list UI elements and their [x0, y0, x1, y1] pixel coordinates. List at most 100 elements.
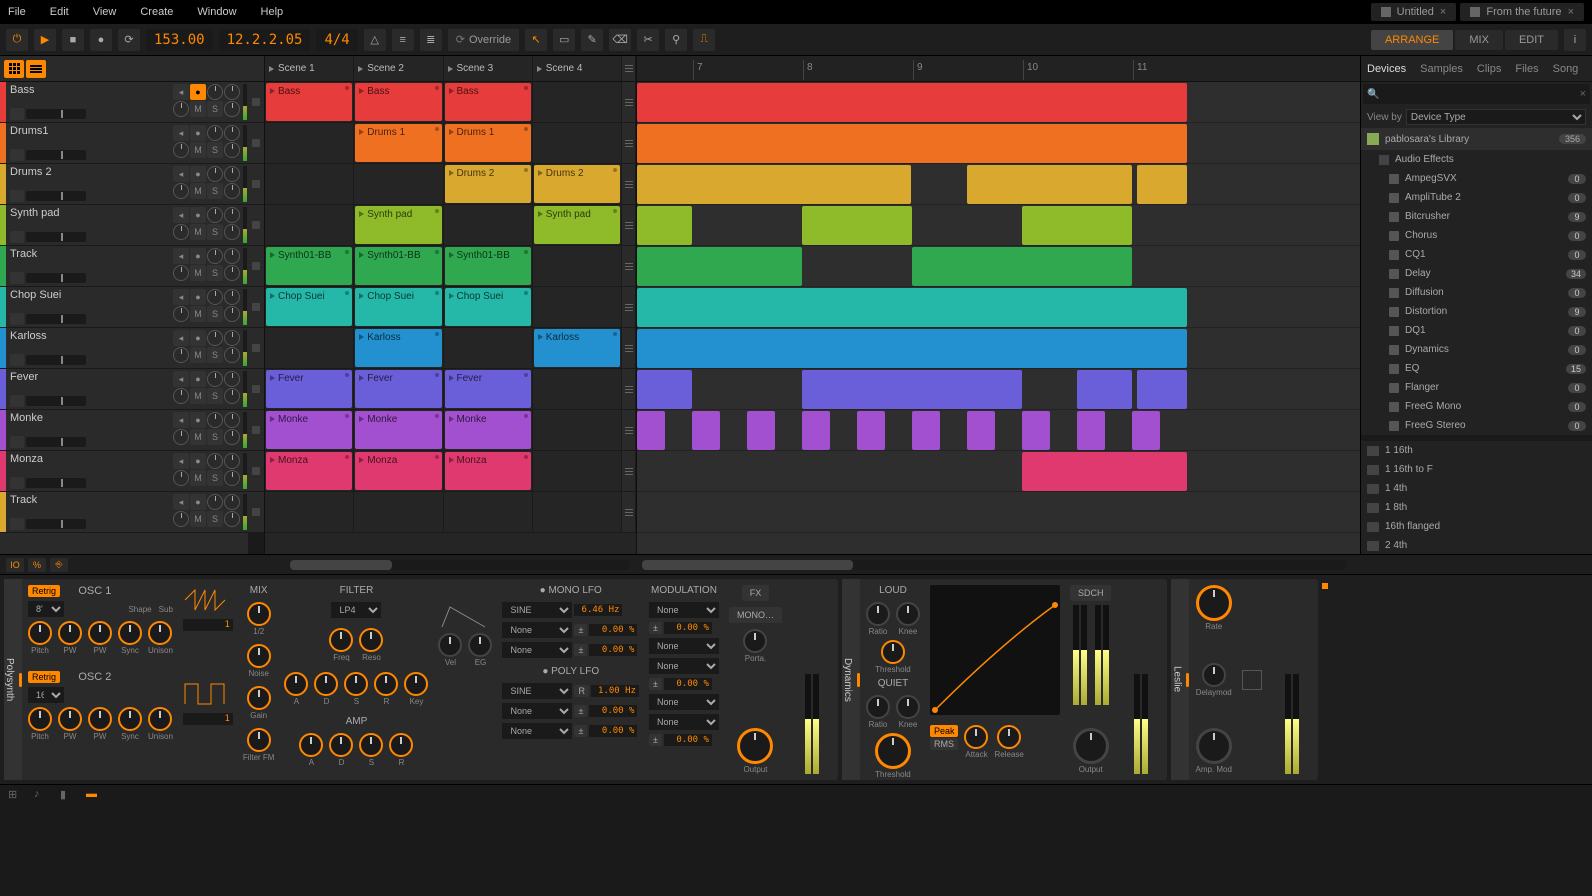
track-header-7[interactable]: Fever ◂● MS [0, 369, 248, 410]
r-knob[interactable] [389, 733, 413, 757]
arrange-track-10[interactable] [637, 492, 1360, 533]
solo-button[interactable]: S [207, 388, 223, 404]
track-drag-handle[interactable] [248, 328, 264, 369]
track-drag-handle[interactable] [248, 492, 264, 533]
loud-knee-knob[interactable] [896, 602, 920, 626]
quiet-ratio-knob[interactable] [866, 695, 890, 719]
osc1-value[interactable]: 1 [183, 619, 233, 631]
clip-4-2[interactable]: Synth01-BB [445, 247, 531, 285]
fold-button[interactable]: ◂ [173, 248, 189, 264]
empty-clip-slot[interactable] [265, 328, 354, 368]
browser-tab-clips[interactable]: Clips [1477, 63, 1501, 75]
arrange-scrollbar[interactable] [642, 560, 1346, 570]
dynamics-curve[interactable] [930, 585, 1060, 715]
gain-knob[interactable] [224, 224, 240, 240]
gain-knob[interactable] [224, 142, 240, 158]
monolfo-wave[interactable]: SINE [502, 602, 572, 618]
loud-ratio-knob[interactable] [866, 602, 890, 626]
clip-9-1[interactable]: Monza [355, 452, 441, 490]
clip-9-2[interactable]: Monza [445, 452, 531, 490]
track-header-8[interactable]: Monke ◂● MS [0, 410, 248, 451]
gain-knob[interactable] [224, 388, 240, 404]
pw-knob[interactable] [58, 621, 82, 645]
send-knob[interactable] [224, 207, 240, 223]
pitch-knob[interactable] [28, 707, 52, 731]
solo-button[interactable]: S [207, 306, 223, 322]
gain-knob[interactable] [247, 686, 271, 710]
fold-button[interactable]: ◂ [173, 412, 189, 428]
track-menu[interactable] [622, 492, 636, 532]
track-menu[interactable] [622, 82, 636, 122]
routing-icon[interactable] [10, 231, 24, 243]
scene-header-3[interactable]: Scene 3 [444, 56, 533, 81]
track-drag-handle[interactable] [248, 82, 264, 123]
volume-slider[interactable] [26, 232, 86, 242]
clip-item[interactable]: 1 4th [1361, 479, 1592, 498]
mute-button[interactable]: M [190, 470, 206, 486]
volume-slider[interactable] [26, 109, 86, 119]
s-knob[interactable] [359, 733, 383, 757]
mute-button[interactable]: M [190, 224, 206, 240]
polylfo-dest2[interactable]: None [502, 723, 572, 739]
clip-1-1[interactable]: Drums 1 [355, 124, 441, 162]
empty-clip-slot[interactable] [444, 205, 533, 245]
aux-knob[interactable] [173, 306, 189, 322]
device-item[interactable]: DQ10 [1361, 321, 1592, 340]
clip-2-2[interactable]: Drums 2 [445, 165, 531, 203]
library-header[interactable]: pablosara's Library356 [1361, 128, 1592, 150]
empty-clip-slot[interactable] [265, 205, 354, 245]
pan-knob[interactable] [207, 330, 223, 346]
polylfo-freq[interactable]: 1.00 Hz [591, 685, 639, 697]
solo-button[interactable]: S [207, 265, 223, 281]
a-knob[interactable] [299, 733, 323, 757]
track-header-3[interactable]: Synth pad ◂● MS [0, 205, 248, 246]
view-mix[interactable]: MIX [1455, 30, 1503, 50]
device-item[interactable]: AmpegSVX0 [1361, 169, 1592, 188]
mod-amt2[interactable]: 0.00 % [664, 678, 712, 690]
send-knob[interactable] [224, 289, 240, 305]
volume-slider[interactable] [26, 355, 86, 365]
pan-knob[interactable] [207, 494, 223, 510]
mod-dest1[interactable]: None [649, 602, 719, 618]
aux-knob[interactable] [173, 511, 189, 527]
arrange-clip[interactable] [1137, 165, 1187, 204]
metronome-button[interactable]: △ [364, 29, 386, 51]
arm-button[interactable]: ● [190, 412, 206, 428]
ampmod-knob[interactable] [1196, 728, 1232, 764]
view-edit[interactable]: EDIT [1505, 30, 1558, 50]
clip-6-1[interactable]: Karloss [355, 329, 441, 367]
arrange-clip[interactable] [802, 206, 912, 245]
select-tool[interactable]: ▭ [553, 29, 575, 51]
clip-3-1[interactable]: Synth pad [355, 206, 441, 244]
snap-button[interactable]: ≡ [392, 29, 414, 51]
gain-knob[interactable] [224, 101, 240, 117]
menu-edit[interactable]: Edit [50, 6, 69, 18]
track-header-5[interactable]: Chop Suei ◂● MS [0, 287, 248, 328]
track-menu[interactable] [622, 369, 636, 409]
send-knob[interactable] [224, 125, 240, 141]
arrange-clip[interactable] [1077, 370, 1132, 409]
polylfo-dest1[interactable]: None [502, 703, 572, 719]
pan-knob[interactable] [207, 125, 223, 141]
track-header-2[interactable]: Drums 2 ◂● MS [0, 164, 248, 205]
arrange-clip[interactable] [637, 411, 665, 450]
erase-tool[interactable]: ⌫ [609, 29, 631, 51]
arrange-clip[interactable] [747, 411, 775, 450]
device-item[interactable]: FreeG Mono0 [1361, 397, 1592, 416]
solo-button[interactable]: S [207, 347, 223, 363]
monolfo-amt2[interactable]: 0.00 % [589, 644, 637, 656]
browser-tab-samples[interactable]: Samples [1420, 63, 1463, 75]
clip-item[interactable]: 1 16th to F [1361, 460, 1592, 479]
pan-knob[interactable] [207, 453, 223, 469]
clip-2-3[interactable]: Drums 2 [534, 165, 620, 203]
arrange-clip[interactable] [912, 247, 1132, 286]
list-view-button[interactable] [26, 60, 46, 78]
gain-knob[interactable] [224, 306, 240, 322]
pw-knob[interactable] [88, 707, 112, 731]
send-knob[interactable] [224, 412, 240, 428]
attack-knob[interactable] [964, 725, 988, 749]
clear-icon[interactable]: × [1580, 88, 1586, 100]
monolfo-dest1[interactable]: None [502, 622, 572, 638]
reso-knob[interactable] [359, 628, 383, 652]
eg-knob[interactable] [468, 633, 492, 657]
